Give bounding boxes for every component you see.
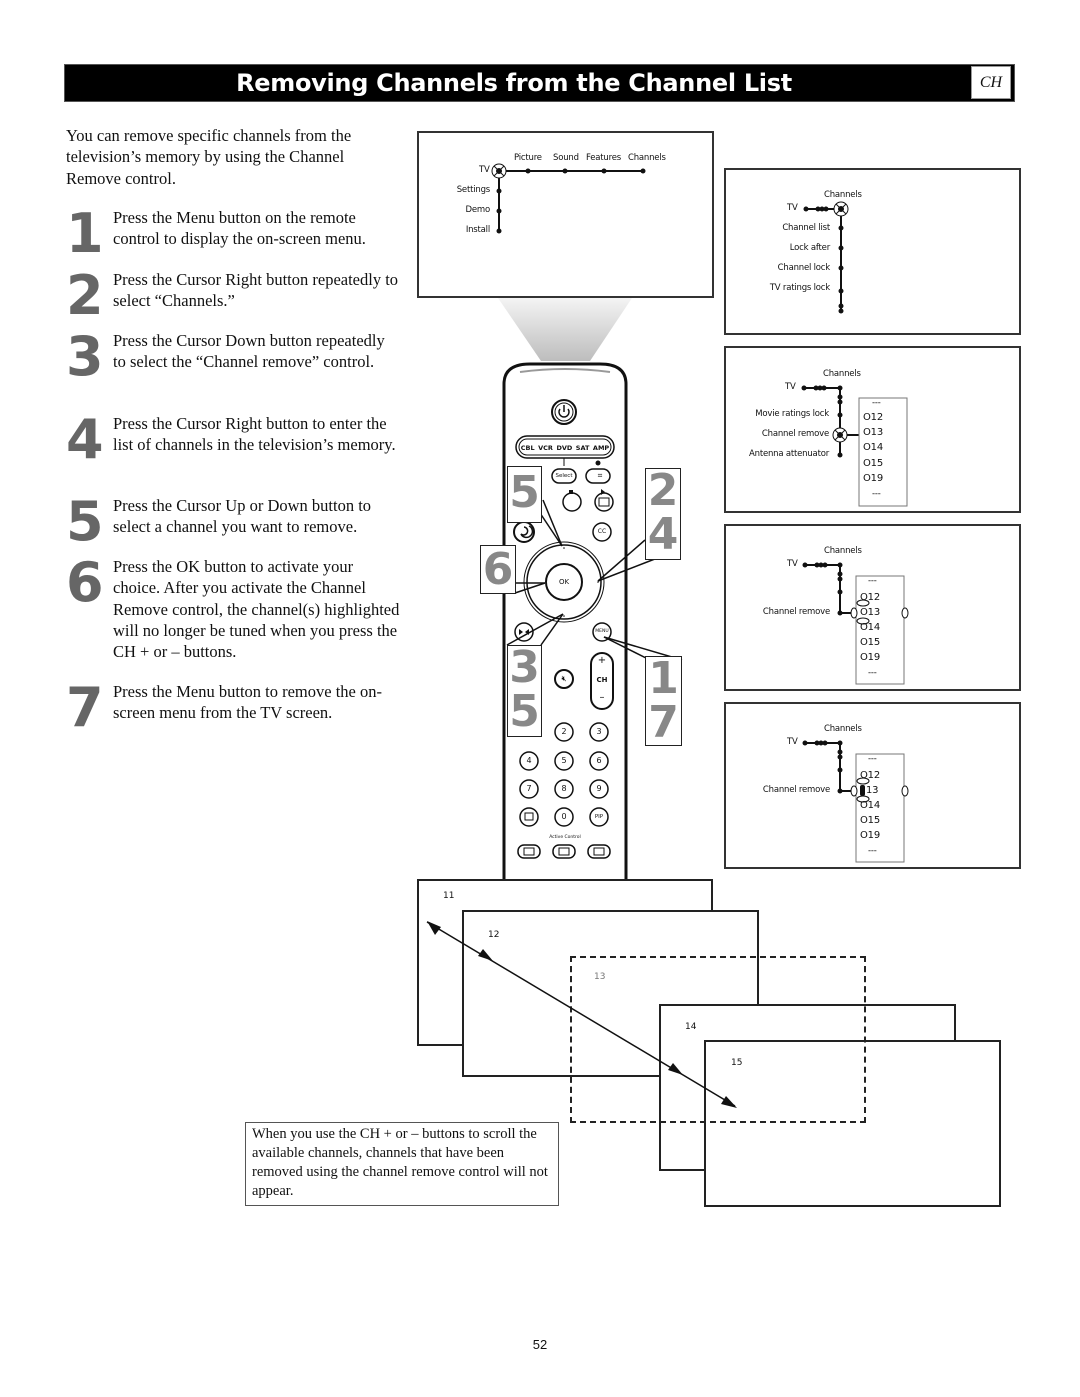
- arrow-tail-icon: [427, 921, 441, 935]
- arrow-head-icon: [478, 949, 493, 961]
- arrow-head-icon: [668, 1063, 683, 1075]
- page-number: 52: [532, 1337, 548, 1352]
- arrow-head-icon: [721, 1096, 737, 1108]
- caption-box: When you use the CH + or – buttons to sc…: [245, 1122, 559, 1206]
